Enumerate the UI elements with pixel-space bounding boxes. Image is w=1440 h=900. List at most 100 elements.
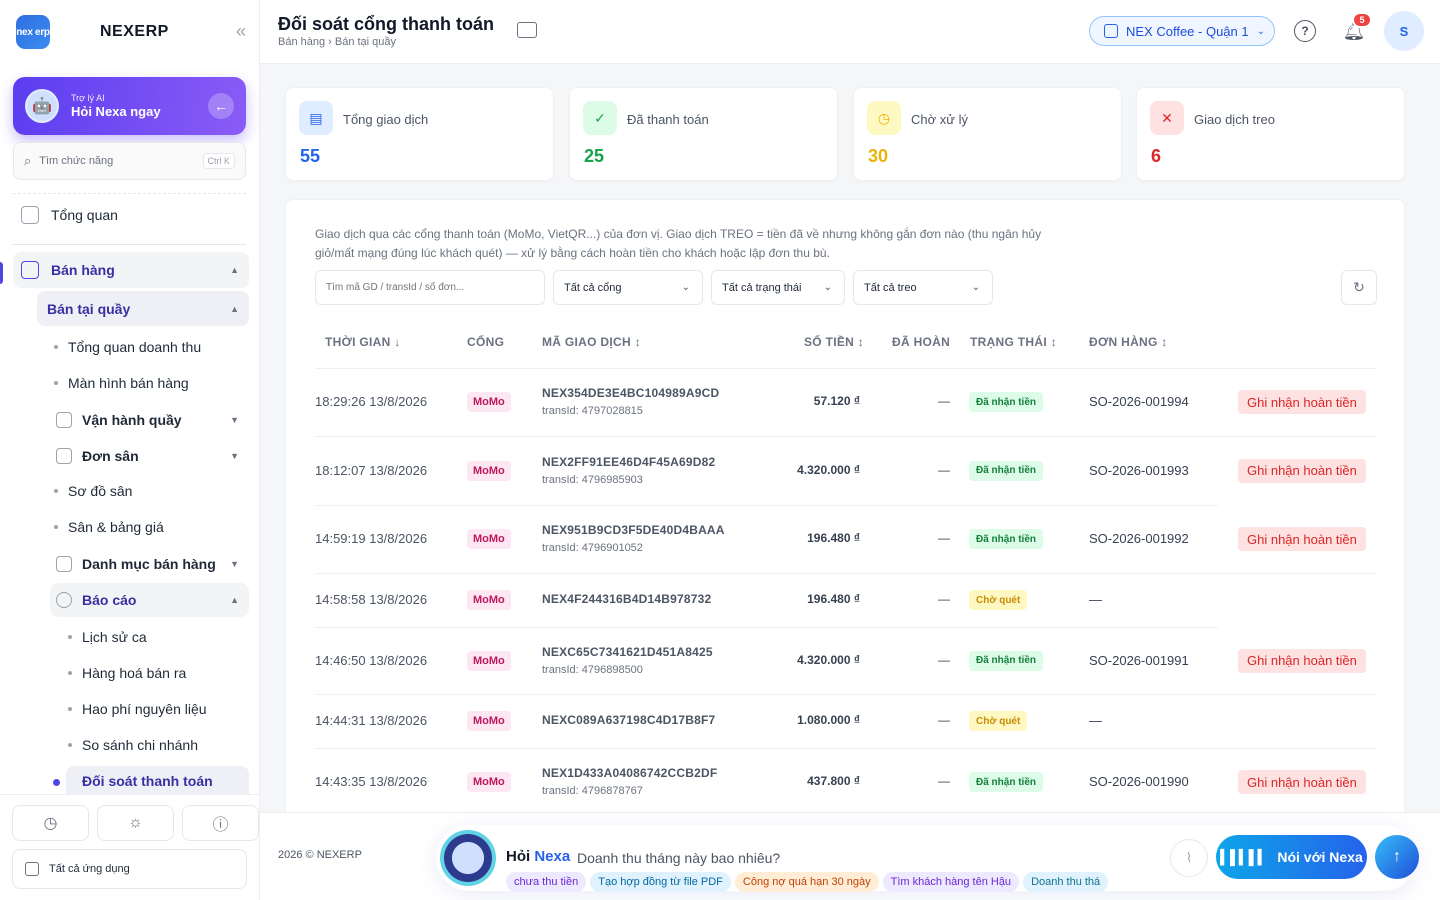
avatar[interactable]: S xyxy=(1384,11,1424,51)
sidebar-group-label: Báo cáo xyxy=(82,592,137,608)
search-shortcut: Ctrl K xyxy=(202,153,235,169)
sidebar-item-payment-recon[interactable]: Đối soát thanh toán xyxy=(82,773,213,789)
sidebar-group-catalog[interactable]: Danh mục bán hàng ▼ xyxy=(50,547,249,581)
transaction-code[interactable]: NEXC089A637198C4D17B8F7 xyxy=(542,713,715,727)
sidebar-group-label: Danh mục bán hàng xyxy=(82,556,216,572)
assistant-name: Nexa xyxy=(534,848,571,865)
sidebar-item-label: Tổng quan doanh thu xyxy=(68,339,202,355)
sidebar-group-pos[interactable]: Bán tại quầy ▲ xyxy=(37,291,249,326)
record-refund-button[interactable]: Ghi nhận hoàn tiền xyxy=(1238,458,1366,483)
transaction-code[interactable]: NEX951B9CD3F5DE40D4BAAA xyxy=(542,523,725,537)
cell-amount: 57.120 ₫ xyxy=(813,394,860,408)
suggestion-chip[interactable]: Tìm khách hàng tên Hậu xyxy=(882,872,1020,892)
sidebar-item-shift-history[interactable]: Lịch sử ca xyxy=(68,629,147,645)
cell-amount: 1.080.000 ₫ xyxy=(797,713,860,727)
sidebar-group-court-orders[interactable]: Đơn sân ▼ xyxy=(50,439,249,473)
gateway-badge: MoMo xyxy=(467,460,511,481)
cell-order[interactable]: SO-2026-001992 xyxy=(1089,531,1189,546)
suggestion-chip[interactable]: Công nợ quá hạn 30 ngày xyxy=(734,872,879,892)
alert-button[interactable]: ⓘ xyxy=(182,805,259,841)
sidebar-item-branch-compare[interactable]: So sánh chi nhánh xyxy=(68,737,198,753)
sidebar-item-court-prices[interactable]: Sân & bảng giá xyxy=(54,519,164,535)
sidebar-item-overview-label: Tổng quan xyxy=(51,207,118,223)
column-header-time[interactable]: THỜI GIAN ↓ xyxy=(325,335,401,349)
row-divider xyxy=(315,573,1377,574)
cell-order[interactable]: SO-2026-001990 xyxy=(1089,774,1189,789)
all-apps-button[interactable]: Tất cả ứng dụng xyxy=(12,849,247,889)
sidebar-item-label: Hàng hoá bán ra xyxy=(82,665,187,681)
sidebar-item-revenue-overview[interactable]: Tổng quan doanh thu xyxy=(54,339,201,355)
cell-order[interactable]: SO-2026-001991 xyxy=(1089,653,1189,668)
theme-button[interactable]: ☼ xyxy=(97,805,174,841)
collapse-sidebar-icon[interactable]: « xyxy=(236,21,246,42)
attach-button[interactable]: ⌇ xyxy=(1170,839,1208,877)
column-header-amount[interactable]: SỐ TIỀN ↕ xyxy=(804,335,864,349)
record-refund-button[interactable]: Ghi nhận hoàn tiền xyxy=(1238,770,1366,794)
function-search-input[interactable]: ⌕ Tìm chức năng Ctrl K xyxy=(13,142,246,180)
active-indicator xyxy=(0,262,3,284)
gateway-filter-select[interactable]: Tất cả cổng ⌄ xyxy=(553,270,703,305)
record-refund-button[interactable]: Ghi nhận hoàn tiền xyxy=(1238,527,1366,551)
sidebar-item-label: Hao phí nguyên liệu xyxy=(82,701,207,717)
pending-filter-select[interactable]: Tất cả treo ⌄ xyxy=(853,270,993,305)
assistant-title: Hỏi Nexa xyxy=(506,848,570,865)
sidebar-item-sales-screen[interactable]: Màn hình bán hàng xyxy=(54,375,189,391)
record-refund-button[interactable]: Ghi nhận hoàn tiền xyxy=(1238,648,1366,673)
refresh-button[interactable]: ↻ xyxy=(1341,270,1377,305)
status-badge: Chờ quét xyxy=(969,590,1028,610)
record-refund-button[interactable]: Ghi nhận hoàn tiền xyxy=(1238,390,1366,414)
store-icon xyxy=(1104,24,1118,38)
column-header-order[interactable]: ĐƠN HÀNG ↕ xyxy=(1089,335,1168,349)
sidebar-item-overview[interactable]: Tổng quan xyxy=(21,206,118,224)
sidebar-item-goods-sold[interactable]: Hàng hoá bán ra xyxy=(68,665,186,681)
store-selector[interactable]: NEX Coffee - Quận 1 ⌄ xyxy=(1089,16,1275,46)
cell-amount: 196.480 ₫ xyxy=(807,531,860,545)
cell-time: 14:58:58 13/8/2026 xyxy=(315,592,428,607)
chart-icon xyxy=(56,592,72,608)
sidebar-group-sales[interactable]: Bán hàng ▲ xyxy=(13,252,249,288)
column-header-refunded: ĐÃ HOÀN xyxy=(892,335,951,349)
suggestion-chip[interactable]: Tạo hợp đồng từ file PDF xyxy=(590,872,731,892)
transaction-code[interactable]: NEX354DE3E4BC104989A9CD xyxy=(542,386,719,400)
sidebar-item-material-waste[interactable]: Hao phí nguyên liệu xyxy=(68,701,207,717)
help-icon[interactable]: ? xyxy=(1294,20,1316,42)
transaction-code[interactable]: NEX4F244316B4D14B978732 xyxy=(542,592,711,606)
status-filter-select[interactable]: Tất cả trạng thái ⌄ xyxy=(711,270,845,305)
chevron-down-icon: ⌄ xyxy=(823,282,832,293)
suggestion-chip[interactable]: chưa thu tiền xyxy=(506,872,587,892)
status-badge: Đã nhận tiền xyxy=(969,650,1044,671)
status-badge: Đã nhận tiền xyxy=(969,392,1044,412)
column-header-status[interactable]: TRẠNG THÁI ↕ xyxy=(970,335,1057,349)
status-badge: Đã nhận tiền xyxy=(969,772,1044,792)
arrow-left-icon[interactable]: ← xyxy=(208,93,234,119)
sidebar-group-label: Vận hành quầy xyxy=(82,412,182,428)
folder-icon[interactable] xyxy=(517,22,537,38)
gateway-badge: MoMo xyxy=(467,711,511,731)
assistant-question[interactable]: Doanh thu tháng này bao nhiêu? xyxy=(577,850,780,866)
send-button[interactable]: ↑ xyxy=(1375,835,1419,879)
gateway-badge: MoMo xyxy=(467,392,511,412)
transaction-code[interactable]: NEX1D433A04086742CCB2DF xyxy=(542,766,717,780)
history-button[interactable]: ◷ xyxy=(12,805,89,841)
transaction-code[interactable]: NEX2FF91EE46D4F45A69D82 xyxy=(542,455,715,469)
sidebar-group-reports[interactable]: Báo cáo ▲ xyxy=(50,583,249,617)
cell-time: 18:29:26 13/8/2026 xyxy=(315,394,428,409)
sidebar-group-counter-ops[interactable]: Vận hành quầy ▼ xyxy=(50,403,249,437)
stat-card: ◷ Chờ xử lý 30 xyxy=(853,87,1122,181)
grid-icon xyxy=(56,556,72,572)
row-divider xyxy=(315,436,1377,437)
talk-to-nexa-button[interactable]: ▍▌▍▌▍ Nói với Nexa xyxy=(1216,835,1367,879)
transaction-code[interactable]: NEXC65C7341621D451A8425 xyxy=(542,645,713,659)
transaction-search-input[interactable] xyxy=(315,270,545,305)
cell-order[interactable]: SO-2026-001994 xyxy=(1089,394,1189,409)
brand: nex erp NEXERP « xyxy=(16,15,246,49)
suggestion-chip[interactable]: Doanh thu thá xyxy=(1023,872,1109,892)
column-header-code[interactable]: MÃ GIAO DỊCH ↕ xyxy=(542,335,641,349)
sidebar-item-court-map[interactable]: Sơ đồ sân xyxy=(54,483,132,499)
cell-order[interactable]: SO-2026-001993 xyxy=(1089,463,1189,478)
cell-time: 14:44:31 13/8/2026 xyxy=(315,713,428,728)
cell-time: 14:43:35 13/8/2026 xyxy=(315,774,428,789)
breadcrumb[interactable]: Bán hàng › Bán tại quầy xyxy=(278,36,396,48)
ask-nexa-card[interactable]: 🤖 Trợ lý AI Hỏi Nexa ngay ← xyxy=(13,77,246,135)
apps-grid-icon xyxy=(25,862,39,876)
